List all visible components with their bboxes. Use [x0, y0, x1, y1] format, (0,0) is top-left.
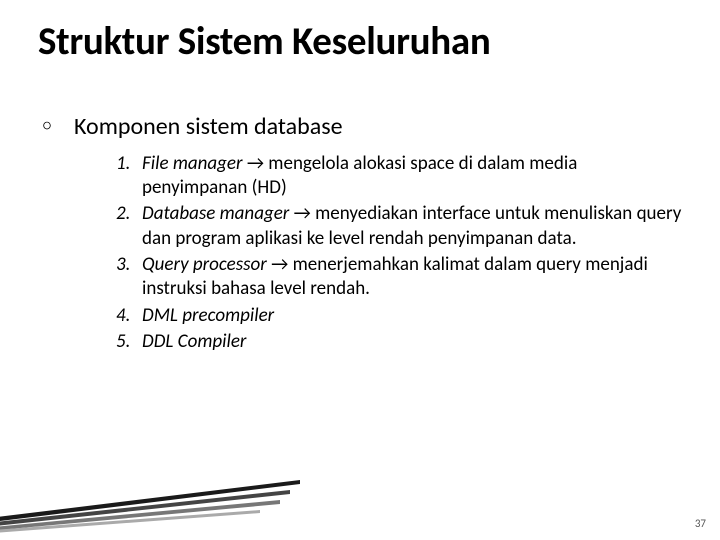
subheading: Komponen sistem database	[74, 113, 343, 142]
term: File manager	[142, 152, 247, 175]
list-text: DDL Compiler	[142, 330, 246, 354]
list-item: 5. DDL Compiler	[116, 330, 682, 354]
bullet-glyph: ￮	[42, 115, 52, 139]
list-item: 4. DML precompiler	[116, 304, 682, 328]
arrow: →	[294, 202, 311, 225]
page-title: Struktur Sistem Keseluruhan	[38, 20, 682, 65]
list-text: Database manager → menyediakan interface…	[142, 202, 682, 251]
term: DML precompiler	[142, 304, 274, 327]
arrow: →	[271, 253, 288, 276]
page-number: 37	[695, 517, 706, 530]
list-number: 3.	[116, 253, 142, 302]
list-text: File manager → mengelola alokasi space d…	[142, 152, 682, 201]
term: Query processor	[142, 253, 271, 276]
term: DDL Compiler	[142, 330, 246, 353]
list-number: 5.	[116, 330, 142, 354]
ordered-list: 1. File manager → mengelola alokasi spac…	[116, 152, 682, 355]
list-number: 1.	[116, 152, 142, 201]
arrow: →	[247, 152, 264, 175]
decorative-streak	[0, 480, 300, 534]
list-number: 4.	[116, 304, 142, 328]
bullet-row: ￮ Komponen sistem database	[42, 113, 682, 142]
list-item: 1. File manager → mengelola alokasi spac…	[116, 152, 682, 201]
list-text: DML precompiler	[142, 304, 274, 328]
slide: Struktur Sistem Keseluruhan ￮ Komponen s…	[0, 0, 720, 354]
list-item: 3. Query processor → menerjemahkan kalim…	[116, 253, 682, 302]
list-number: 2.	[116, 202, 142, 251]
list-item: 2. Database manager → menyediakan interf…	[116, 202, 682, 251]
list-text: Query processor → menerjemahkan kalimat …	[142, 253, 682, 302]
term: Database manager	[142, 202, 294, 225]
